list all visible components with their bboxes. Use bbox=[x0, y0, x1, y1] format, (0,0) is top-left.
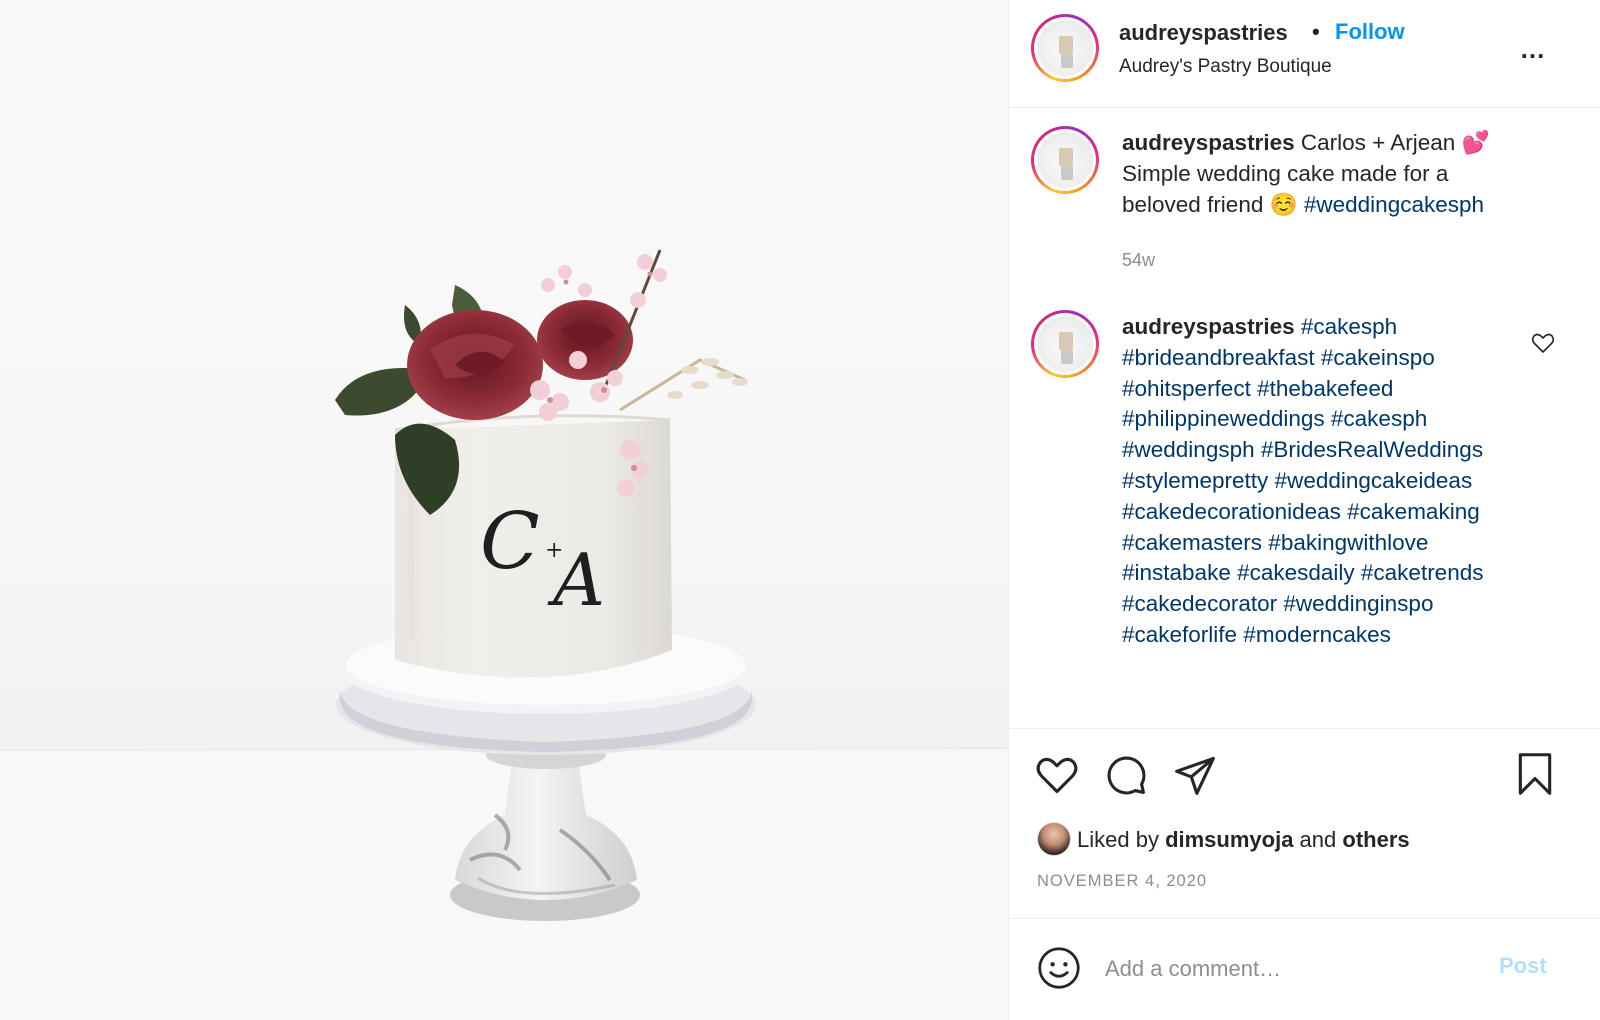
share-icon[interactable] bbox=[1173, 753, 1217, 797]
author-avatar[interactable] bbox=[1031, 14, 1099, 82]
likes-middle: and bbox=[1293, 827, 1343, 852]
author-display-name: Audrey's Pastry Boutique bbox=[1119, 56, 1332, 77]
liker-avatar[interactable] bbox=[1037, 822, 1071, 856]
comment-text: audreyspastries #cakesph #brideandbreakf… bbox=[1122, 312, 1532, 651]
comment-avatar[interactable] bbox=[1031, 310, 1099, 378]
comment-input[interactable] bbox=[1105, 949, 1475, 989]
post-photo[interactable]: C + A bbox=[0, 0, 1008, 1020]
comment-hashtags[interactable]: #cakesph #brideandbreakfast #cakeinspo #… bbox=[1122, 314, 1483, 647]
comment-icon[interactable] bbox=[1104, 753, 1148, 797]
caption-timestamp[interactable]: 54w bbox=[1122, 250, 1155, 271]
comment-item: audreyspastries #cakesph #brideandbreakf… bbox=[1009, 310, 1600, 720]
caption-username[interactable]: audreyspastries bbox=[1122, 130, 1295, 155]
likes-others-link[interactable]: others bbox=[1342, 827, 1409, 852]
author-username[interactable]: audreyspastries bbox=[1119, 20, 1288, 46]
post-comment-button[interactable]: Post bbox=[1499, 953, 1547, 979]
add-comment-bar: Post bbox=[1009, 918, 1600, 1020]
separator-dot: • bbox=[1312, 19, 1320, 44]
cake-photo-illustration: C + A bbox=[0, 249, 1008, 1020]
bookmark-icon[interactable] bbox=[1513, 751, 1557, 797]
more-options-icon[interactable]: ... bbox=[1513, 34, 1553, 64]
post-actions: Liked by dimsumyoja and others NOVEMBER … bbox=[1009, 728, 1600, 918]
caption: audreyspastries Carlos + Arjean 💕 Simple… bbox=[1009, 126, 1600, 286]
heart-icon[interactable] bbox=[1035, 753, 1079, 797]
post-date[interactable]: NOVEMBER 4, 2020 bbox=[1037, 872, 1207, 891]
follow-button[interactable]: Follow bbox=[1335, 19, 1405, 45]
post-header: audreyspastries • Follow Audrey's Pastry… bbox=[1009, 0, 1600, 108]
comment-like-heart-icon[interactable] bbox=[1531, 331, 1555, 355]
caption-hashtag[interactable]: #weddingcakesph bbox=[1304, 192, 1484, 217]
monogram-c: C bbox=[480, 497, 540, 587]
caption-avatar[interactable] bbox=[1031, 126, 1099, 194]
emoji-icon[interactable] bbox=[1037, 946, 1081, 990]
liker-username[interactable]: dimsumyoja bbox=[1165, 827, 1293, 852]
post-side-panel: audreyspastries • Follow Audrey's Pastry… bbox=[1008, 0, 1600, 1020]
comment-username[interactable]: audreyspastries bbox=[1122, 314, 1295, 339]
likes-prefix: Liked by bbox=[1077, 827, 1166, 852]
monogram-a: A bbox=[547, 538, 605, 622]
caption-text: audreyspastries Carlos + Arjean 💕 Simple… bbox=[1122, 128, 1532, 220]
likes-summary: Liked by dimsumyoja and others bbox=[1077, 827, 1410, 853]
sugar-roses bbox=[407, 300, 633, 420]
